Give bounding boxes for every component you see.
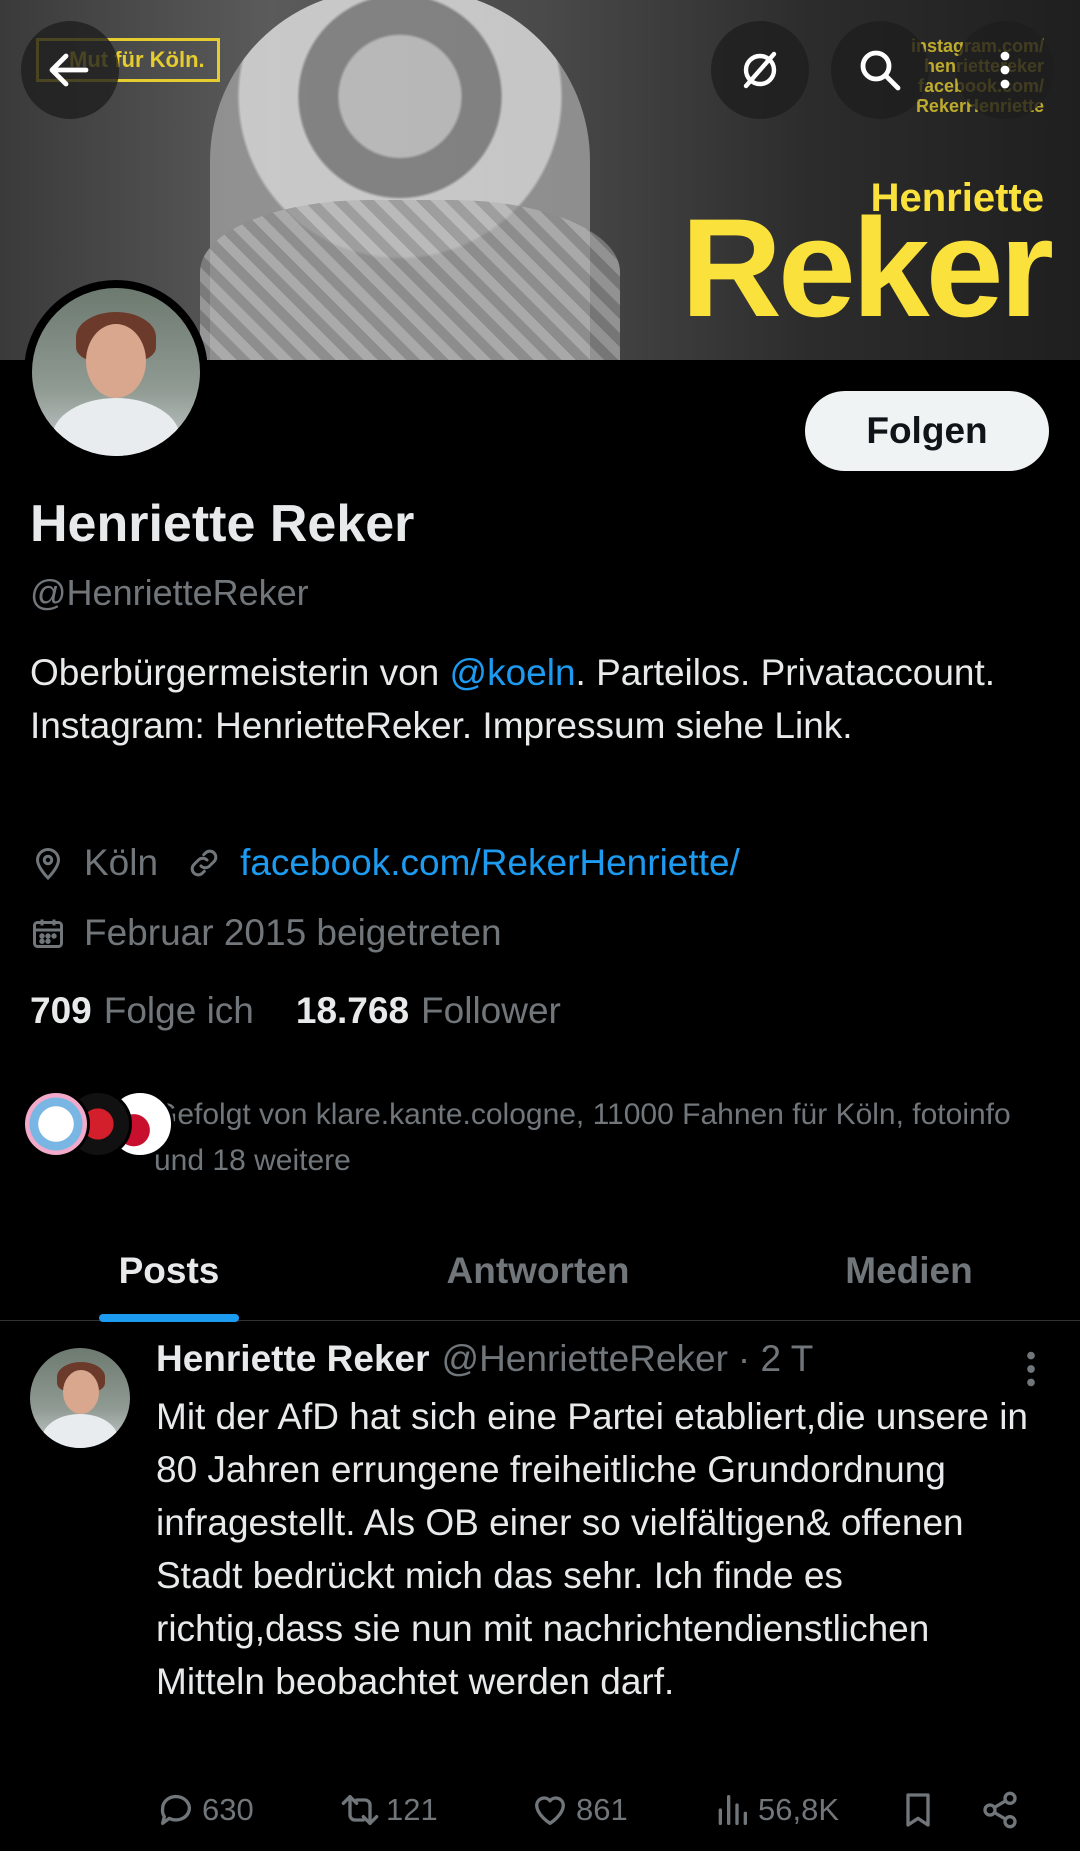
banner-last-name: Reker [680,189,1054,346]
post-more-icon[interactable] [1016,1346,1046,1392]
slash-circle-icon [743,51,777,89]
arrow-left-icon [49,53,89,87]
post-author-name[interactable]: Henriette Reker [156,1338,430,1380]
post-time: · 2 T [737,1338,814,1379]
like-count: 861 [576,1792,628,1827]
like-button[interactable]: 861 [530,1790,712,1830]
back-button[interactable] [21,21,119,119]
profile-avatar[interactable] [24,280,208,464]
calendar-icon [33,919,63,948]
avatar [22,1090,90,1158]
bio-mention-link[interactable]: @koeln [450,652,576,693]
link-icon [190,849,218,877]
heart-icon [535,1796,565,1825]
profile-location: Köln [84,842,159,883]
followers-count: 18.768 [295,990,410,1031]
profile-joined-date: Februar 2015 beigetreten [84,912,502,953]
search-button[interactable] [831,21,929,119]
more-vertical-icon [1000,51,1010,89]
banner-scarf [200,200,620,360]
bookmark-icon [906,1793,930,1827]
profile-name: Henriette Reker [30,495,415,553]
follow-button[interactable]: Folgen [805,391,1049,471]
tab-label: Antworten [446,1250,630,1291]
avatar [32,288,200,456]
tab-antworten[interactable]: Antworten [338,1222,738,1320]
followed-by-avatars[interactable] [22,1090,174,1158]
followers-link[interactable]: 18.768 Follower [296,990,561,1032]
post-author-handle[interactable]: @HenrietteReker [442,1338,728,1380]
views-chart-icon [718,1795,747,1825]
profile-website-link[interactable]: facebook.com/RekerHenriette/ [240,842,740,884]
active-tab-indicator [99,1314,239,1322]
repost-icon [341,1795,379,1825]
location-pin-icon [35,848,61,881]
tab-label: Medien [845,1250,973,1291]
share-button[interactable] [980,1790,1026,1830]
post-text: Mit der AfD hat sich eine Partei etablie… [156,1396,1029,1702]
share-icon [983,1791,1017,1829]
search-icon [860,50,901,91]
more-button[interactable] [956,21,1054,119]
bio-text: Oberbürgermeisterin von [30,652,450,693]
profile-tabs: Posts Antworten Medien [0,1222,1080,1322]
reply-count: 630 [202,1792,254,1827]
tab-label: Posts [118,1250,220,1291]
tab-medien[interactable]: Medien [738,1222,1080,1320]
repost-button[interactable]: 121 [340,1790,530,1830]
following-link[interactable]: 709 Folge ich [30,990,254,1032]
tab-posts[interactable]: Posts [0,1222,338,1322]
followers-label: Follower [421,990,561,1031]
post-header: Henriette Reker @HenrietteReker · 2 T [156,1338,813,1380]
views-button[interactable]: 56,8K [712,1790,898,1830]
following-count: 709 [30,990,92,1031]
post-author-avatar[interactable] [30,1348,130,1448]
profile-handle: @HenrietteReker [30,572,309,613]
profile-meta-location-row: Köln facebook.com/RekerHenriette/ [30,842,740,884]
grok-button[interactable] [711,21,809,119]
followed-by-text[interactable]: Gefolgt von klare.kante.cologne, 11000 F… [154,1092,1034,1184]
post-actions: 630 121 861 56,8K [156,1780,1036,1840]
profile-bio: Oberbürgermeisterin von @koeln. Parteilo… [30,646,1050,752]
view-count: 56,8K [758,1792,840,1827]
bookmark-button[interactable] [898,1790,980,1830]
following-label: Folge ich [103,990,254,1031]
reply-button[interactable]: 630 [156,1790,340,1830]
follow-counts: 709 Folge ich 18.768 Follower [30,990,561,1032]
reply-icon [160,1794,191,1825]
repost-count: 121 [386,1792,438,1827]
profile-meta-joined-row: Februar 2015 beigetreten [30,912,502,954]
